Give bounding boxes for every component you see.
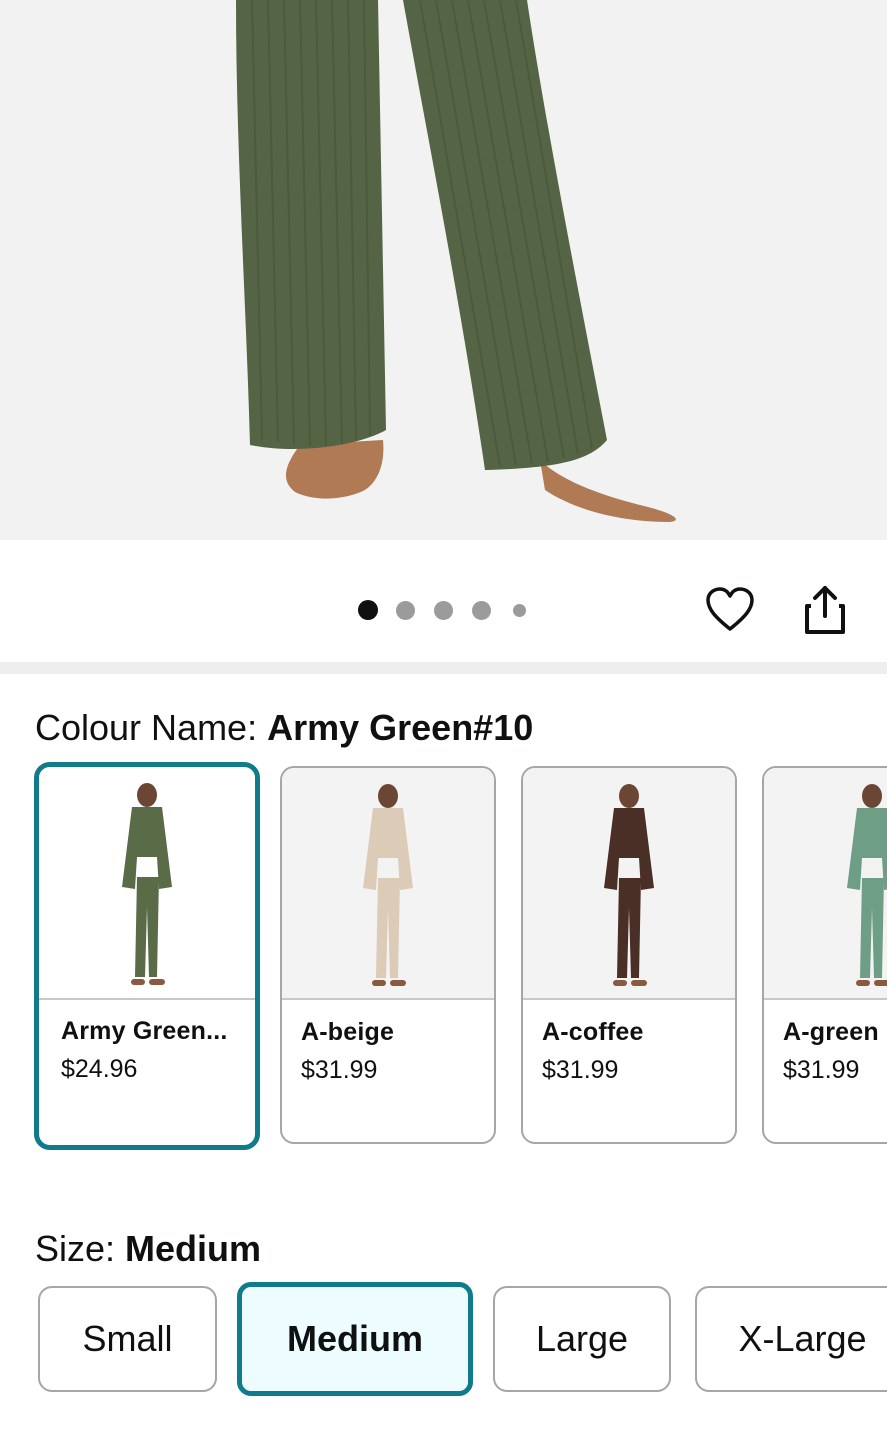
size-option-x-large[interactable]: X-Large — [695, 1286, 887, 1392]
pagination-dot[interactable] — [513, 604, 526, 617]
colour-name-label: Colour Name: Army Green#10 — [35, 706, 533, 750]
colour-swatch-beige[interactable]: A-beige $31.99 — [280, 766, 496, 1144]
gallery-controls — [0, 540, 887, 662]
swatch-price: $24.96 — [61, 1055, 138, 1083]
size-option-label: Medium — [286, 1318, 423, 1359]
share-icon — [805, 586, 845, 634]
swatch-image — [764, 768, 887, 1000]
swatch-price: $31.99 — [301, 1056, 378, 1084]
colour-swatch-coffee[interactable]: A-coffee $31.99 — [521, 766, 737, 1144]
swatch-image — [39, 767, 255, 1000]
size-option-large[interactable]: Large — [493, 1286, 671, 1392]
outfit-thumbnail-green — [847, 784, 887, 986]
colour-label-prefix: Colour Name: — [35, 707, 268, 748]
size-label: Size: Medium — [35, 1227, 261, 1271]
size-option-medium[interactable]: Medium — [237, 1282, 473, 1396]
swatch-price: $31.99 — [542, 1056, 619, 1084]
swatch-name: Army Green... — [61, 1017, 228, 1045]
pagination-dot-active[interactable] — [358, 600, 378, 620]
pagination-dot[interactable] — [472, 601, 491, 620]
colour-swatch-army-green[interactable]: Army Green... $24.96 — [34, 762, 260, 1150]
outfit-thumbnail-army-green — [122, 783, 172, 985]
swatch-name: A-beige — [301, 1018, 395, 1046]
size-option-label: Small — [82, 1318, 173, 1359]
section-divider — [0, 662, 887, 674]
swatch-name: A-green — [783, 1018, 879, 1046]
outfit-thumbnail-beige — [363, 784, 413, 986]
wishlist-button[interactable] — [702, 582, 758, 638]
colour-swatch-list: Army Green... $24.96 A-beige $31.99 A-co… — [0, 762, 887, 1152]
heart-icon — [706, 587, 754, 631]
colour-swatch-green[interactable]: A-green $31.99 — [762, 766, 887, 1144]
swatch-price: $31.99 — [783, 1056, 860, 1084]
size-option-label: X-Large — [738, 1318, 867, 1359]
size-option-label: Large — [535, 1318, 629, 1359]
size-option-small[interactable]: Small — [38, 1286, 217, 1392]
size-label-prefix: Size: — [35, 1228, 126, 1269]
product-photo-pants — [0, 0, 887, 540]
size-option-list: Small Medium Large X-Large — [0, 1280, 887, 1400]
swatch-name: A-coffee — [542, 1018, 644, 1046]
share-button[interactable] — [797, 582, 853, 638]
pagination-dot[interactable] — [396, 601, 415, 620]
swatch-image — [523, 768, 735, 1000]
size-selected-value: Medium — [125, 1228, 262, 1269]
product-image[interactable] — [0, 0, 887, 540]
swatch-image — [282, 768, 494, 1000]
colour-selected-value: Army Green#10 — [267, 707, 534, 748]
outfit-thumbnail-coffee — [604, 784, 654, 986]
pagination-dot[interactable] — [434, 601, 453, 620]
